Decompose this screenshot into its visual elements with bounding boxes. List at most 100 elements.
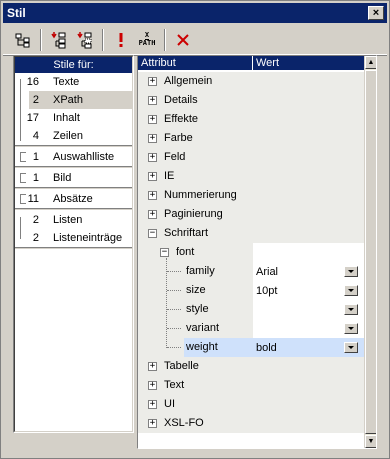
attribute-grid: Attribut Wert + Allgemein + Details + Effekte… — [137, 55, 377, 449]
group-lists: 2 Listen 2 Listeneinträge — [15, 211, 132, 247]
category-label: Schriftart — [164, 226, 209, 239]
expand-icon[interactable]: + — [148, 171, 157, 181]
property-name: variant — [186, 322, 220, 334]
property-name: family — [186, 265, 215, 277]
property-name: size — [186, 284, 206, 296]
styles-for-panel: Stile für: 16 Texte 2 XPath 17 Inhalt 4 — [13, 55, 134, 433]
property-value-field[interactable]: Arial — [253, 262, 364, 281]
expand-icon[interactable]: + — [148, 209, 157, 219]
property-value-field[interactable]: bold — [253, 338, 364, 357]
category-row-allgemein[interactable]: + Allgemein — [138, 71, 364, 91]
expand-icon[interactable]: + — [148, 114, 157, 124]
category-row-effekte[interactable]: + Effekte — [138, 109, 364, 129]
expand-icon[interactable]: + — [148, 380, 157, 390]
category-row-details[interactable]: + Details — [138, 90, 364, 110]
category-row-ie[interactable]: + IE — [138, 166, 364, 186]
dropdown-arrow-icon[interactable] — [344, 285, 358, 296]
xpath-icon-bottom: PATH — [138, 39, 156, 47]
expand-icon[interactable]: − — [148, 228, 157, 238]
property-row-weight[interactable]: weight bold — [138, 338, 364, 357]
category-label: Effekte — [164, 112, 199, 125]
style-item-texte[interactable]: 16 Texte — [15, 73, 132, 91]
property-row-family[interactable]: family Arial — [138, 262, 364, 281]
column-header-wert[interactable]: Wert — [253, 56, 364, 70]
property-row-variant[interactable]: variant — [138, 319, 364, 338]
category-label: UI — [164, 397, 175, 410]
tree-connector — [166, 258, 167, 348]
insert-style-icon[interactable] — [47, 28, 71, 52]
property-name: weight — [184, 338, 253, 357]
category-label: Feld — [164, 150, 186, 163]
close-button[interactable]: × — [368, 6, 384, 20]
scroll-thumb[interactable] — [365, 70, 376, 434]
expand-icon[interactable]: + — [148, 190, 157, 200]
style-item-absaetze[interactable]: 11 Absätze — [15, 190, 132, 208]
category-row-xsl-fo[interactable]: + XSL-FO — [138, 413, 364, 433]
dropdown-arrow-icon[interactable] — [344, 304, 358, 315]
title-bar[interactable]: Stil × — [3, 3, 387, 23]
grid-header: Attribut Wert — [138, 56, 364, 70]
category-label: Farbe — [164, 131, 193, 144]
category-label: Text — [164, 378, 185, 391]
collapse-icon[interactable]: − — [160, 248, 169, 257]
style-item-zeilen[interactable]: 4 Zeilen — [15, 127, 132, 145]
group-row-font[interactable]: − font — [138, 243, 364, 262]
property-value-field[interactable]: 10pt — [253, 281, 364, 300]
property-value-field[interactable] — [253, 300, 364, 319]
expand-icon[interactable]: + — [148, 152, 157, 162]
category-label: Nummerierung — [164, 188, 237, 201]
category-row-tabelle[interactable]: + Tabelle — [138, 356, 364, 376]
expand-icon[interactable]: + — [148, 133, 157, 143]
property-value: bold — [256, 341, 277, 354]
category-label: Paginierung — [164, 207, 223, 220]
append-style-icon[interactable] — [73, 28, 97, 52]
expand-icon[interactable]: + — [148, 76, 157, 86]
xpath-icon[interactable]: X PATH — [135, 28, 159, 52]
property-row-style[interactable]: style — [138, 300, 364, 319]
style-item-inhalt[interactable]: 17 Inhalt — [15, 109, 132, 127]
stil-window: Stil × X PATH Stile für: 16 Texte 2 XPat… — [0, 0, 390, 459]
column-header-attribut[interactable]: Attribut — [138, 56, 253, 70]
category-row-paginierung[interactable]: + Paginierung — [138, 204, 364, 224]
property-name: style — [186, 303, 209, 315]
category-row-feld[interactable]: + Feld — [138, 147, 364, 167]
style-item-bild[interactable]: 1 Bild — [15, 169, 132, 187]
category-label: Details — [164, 93, 198, 106]
style-item-xpath[interactable]: 2 XPath — [29, 91, 132, 109]
vertical-scrollbar[interactable]: ▲ ▼ — [364, 56, 376, 448]
style-item-listeneintraege[interactable]: 2 Listeneinträge — [15, 229, 132, 247]
toolbar-separator — [40, 28, 42, 51]
category-row-text[interactable]: + Text — [138, 375, 364, 395]
dropdown-arrow-icon[interactable] — [344, 342, 358, 353]
dropdown-arrow-icon[interactable] — [344, 266, 358, 277]
property-value: 10pt — [256, 284, 278, 297]
styles-for-header: Stile für: — [15, 57, 132, 73]
toolbar: X PATH — [3, 25, 387, 55]
group-text: 16 Texte 2 XPath 17 Inhalt 4 Zeilen — [15, 73, 132, 145]
category-label: Allgemein — [164, 74, 213, 87]
style-item-auswahlliste[interactable]: 1 Auswahlliste — [15, 148, 132, 166]
expand-icon[interactable]: + — [148, 95, 157, 105]
category-row-farbe[interactable]: + Farbe — [138, 128, 364, 148]
group-label: font — [176, 246, 195, 258]
expand-icon[interactable]: + — [148, 361, 157, 371]
category-row-ui[interactable]: + UI — [138, 394, 364, 414]
category-label: Tabelle — [164, 359, 199, 372]
expand-icon[interactable]: + — [148, 399, 157, 409]
category-label: IE — [164, 169, 175, 182]
tree-icon[interactable] — [11, 28, 35, 52]
category-row-nummerierung[interactable]: + Nummerierung — [138, 185, 364, 205]
property-value-field[interactable] — [253, 319, 364, 338]
toolbar-separator — [102, 28, 104, 51]
property-row-size[interactable]: size 10pt — [138, 281, 364, 300]
delete-icon[interactable] — [171, 28, 195, 52]
group-separator — [15, 247, 132, 250]
expand-icon[interactable]: + — [148, 418, 157, 428]
scroll-down-button[interactable]: ▼ — [365, 435, 376, 448]
property-value: Arial — [256, 265, 279, 278]
dropdown-arrow-icon[interactable] — [344, 323, 358, 334]
scroll-up-button[interactable]: ▲ — [365, 56, 376, 69]
exclamation-icon[interactable] — [109, 28, 133, 52]
style-item-listen[interactable]: 2 Listen — [15, 211, 132, 229]
category-row-schriftart[interactable]: − Schriftart — [138, 223, 364, 243]
